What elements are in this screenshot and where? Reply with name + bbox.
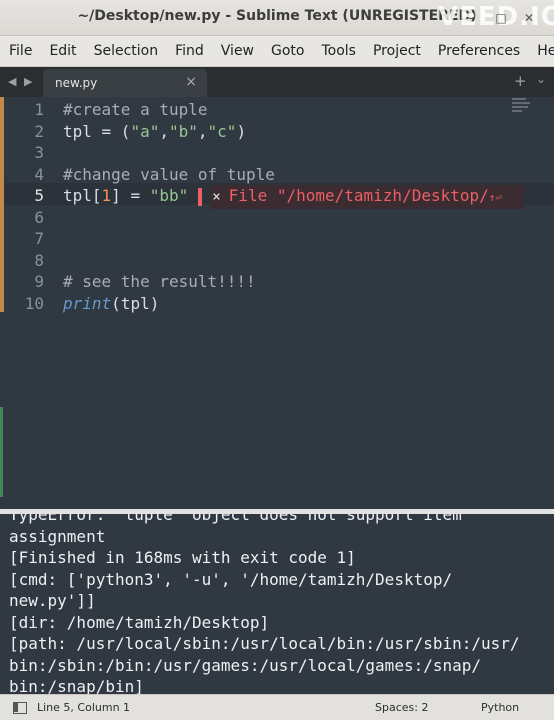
line-number: 6 bbox=[34, 207, 44, 227]
code-line-9: # see the result!!!! bbox=[63, 271, 513, 293]
error-expand-icon[interactable]: ↑⏎ bbox=[489, 191, 502, 204]
line-number: 4 bbox=[34, 164, 44, 184]
code-line-2: tpl = ("a","b","c") bbox=[63, 121, 247, 141]
line-number: 10 bbox=[24, 293, 44, 313]
string-literal: "c" bbox=[207, 121, 237, 141]
string-literal: "b" bbox=[168, 121, 198, 141]
line-number: 7 bbox=[34, 229, 44, 248]
menu-find[interactable]: Find bbox=[166, 43, 212, 59]
number-literal: 1 bbox=[101, 186, 112, 205]
identifier: tpl bbox=[63, 121, 92, 141]
paren: ) bbox=[236, 121, 247, 141]
menu-project[interactable]: Project bbox=[364, 43, 429, 59]
error-close-icon[interactable]: × bbox=[212, 189, 220, 205]
new-tab-icon[interactable]: + bbox=[514, 72, 527, 90]
left-edge-marker bbox=[0, 407, 3, 497]
menu-tools[interactable]: Tools bbox=[312, 43, 364, 59]
minimize-button[interactable]: – bbox=[462, 9, 480, 27]
line-number: 3 bbox=[34, 143, 44, 162]
menu-view[interactable]: View bbox=[212, 43, 262, 59]
code-editor[interactable]: 1 2 3 4 5 6 7 8 9 10 #create a tuple tpl… bbox=[0, 97, 554, 509]
code-line-10: print(tpl) bbox=[63, 293, 513, 315]
tab-bar: ◀ ▶ new.py × + ⌄ bbox=[0, 67, 554, 97]
string-literal: "bb" bbox=[149, 186, 189, 205]
error-message: File "/home/tamizh/Desktop/ bbox=[228, 186, 489, 205]
close-window-button[interactable]: ✕ bbox=[520, 9, 538, 27]
code-line-5: tpl[1] = "bb" × File "/home/tamizh/Desktop… bbox=[63, 185, 525, 209]
cursor-position: Line 5, Column 1 bbox=[37, 701, 131, 714]
code-line-4: #change value of tuple bbox=[63, 164, 513, 186]
code-lines[interactable]: #create a tuple tpl = ("a","b","c") #cha… bbox=[63, 99, 525, 315]
tab-navigation-arrows-icon[interactable]: ◀ ▶ bbox=[8, 75, 34, 88]
string-literal: "a" bbox=[130, 121, 160, 141]
comment: #change value of tuple bbox=[63, 164, 275, 184]
line-number: 2 bbox=[34, 121, 44, 141]
status-bar: Line 5, Column 1 Spaces: 2 Python bbox=[0, 694, 554, 720]
comment: #create a tuple bbox=[63, 100, 208, 119]
menu-edit[interactable]: Edit bbox=[40, 43, 84, 59]
operator: ] = bbox=[111, 186, 150, 205]
menu-goto[interactable]: Goto bbox=[262, 43, 312, 59]
line-number: 1 bbox=[34, 100, 44, 119]
maximize-button[interactable]: □ bbox=[492, 9, 510, 27]
comment: # see the result!!!! bbox=[63, 272, 256, 291]
line-number-gutter: 1 2 3 4 5 6 7 8 9 10 bbox=[6, 99, 44, 314]
identifier: tpl[ bbox=[63, 186, 102, 205]
menu-preferences[interactable]: Preferences bbox=[429, 43, 528, 59]
menu-selection[interactable]: Selection bbox=[85, 43, 167, 59]
syntax-selector[interactable]: Python bbox=[481, 701, 519, 714]
build-output-panel[interactable]: TypeError: 'tuple' object does not suppo… bbox=[0, 514, 554, 694]
modified-lines-gutter-mark bbox=[0, 97, 4, 312]
builtin-function: print bbox=[63, 293, 112, 313]
call-args: (tpl) bbox=[111, 293, 160, 313]
menu-help[interactable]: Help bbox=[528, 43, 554, 59]
tab-new-py[interactable]: new.py × bbox=[43, 69, 207, 97]
title-bar: ~/Desktop/new.py - Sublime Text (UNREGIS… bbox=[0, 0, 554, 36]
code-line-1: #create a tuple bbox=[63, 99, 513, 121]
build-output-text: TypeError: 'tuple' object does not suppo… bbox=[9, 514, 520, 694]
line-number: 9 bbox=[34, 272, 44, 291]
panel-toggle-icon[interactable] bbox=[13, 702, 27, 714]
tab-close-icon[interactable]: × bbox=[185, 74, 197, 90]
line-number: 8 bbox=[34, 250, 44, 270]
error-phantom[interactable]: × File "/home/tamizh/Desktop/↑⏎ bbox=[210, 185, 525, 209]
operator: = ( bbox=[91, 121, 131, 141]
menu-bar: File Edit Selection Find View Goto Tools… bbox=[0, 36, 554, 67]
tab-label: new.py bbox=[55, 76, 98, 90]
indentation-setting[interactable]: Spaces: 2 bbox=[375, 701, 428, 714]
menu-file[interactable]: File bbox=[0, 43, 40, 59]
error-marker bbox=[198, 187, 203, 206]
line-number-active: 5 bbox=[34, 186, 44, 205]
tab-overflow-chevron-icon[interactable]: ⌄ bbox=[536, 72, 546, 86]
minimap[interactable] bbox=[512, 98, 532, 116]
